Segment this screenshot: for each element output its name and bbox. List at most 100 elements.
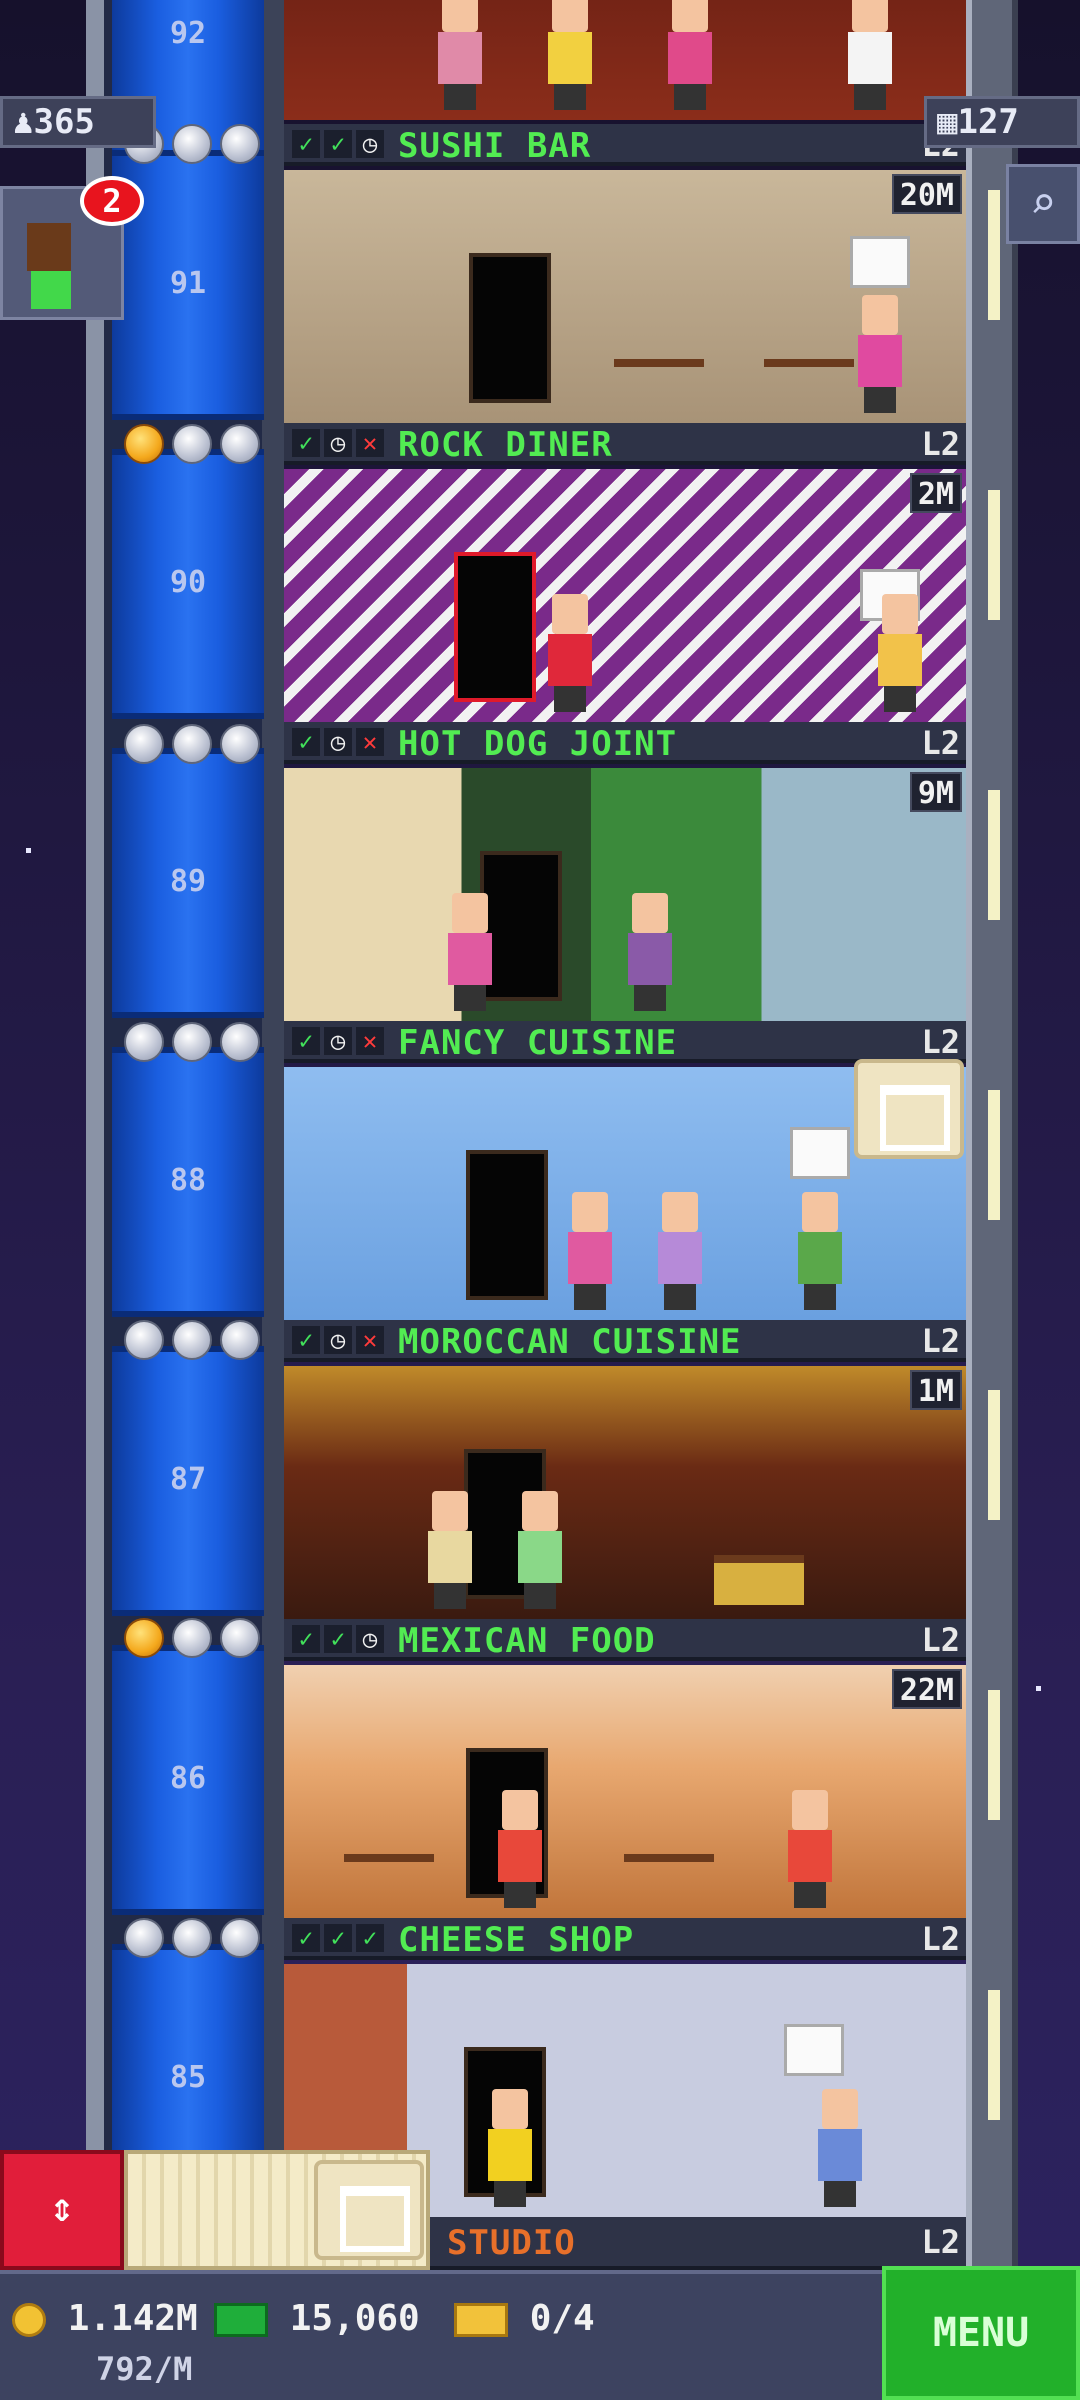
building-icon: ▦	[937, 102, 958, 142]
floor-number: 91	[169, 266, 207, 301]
room-door	[466, 1150, 548, 1300]
tower-resident[interactable]	[544, 0, 596, 110]
star-icon	[220, 124, 260, 164]
floor-number: 86	[169, 1761, 207, 1796]
star-icon	[220, 1618, 260, 1658]
elevator-rail	[86, 0, 104, 2270]
tower-resident[interactable]	[564, 1192, 616, 1310]
floor-header: ✓ ✓ ◷ MEXICAN FOOD L2	[284, 1619, 966, 1661]
elevator-floor-87[interactable]: 87	[112, 1346, 264, 1616]
check-icon: ✓	[292, 1625, 320, 1653]
up-down-arrows-icon[interactable]: ⇕	[0, 2150, 124, 2270]
floor-room	[284, 768, 966, 1021]
check-icon: ✓	[324, 1625, 352, 1653]
elevator-floor-86[interactable]: 86	[112, 1645, 264, 1915]
floor-stars	[124, 724, 260, 768]
crate-icon[interactable]	[854, 1059, 964, 1159]
x-icon: ✕	[356, 429, 384, 457]
floor-rock-diner[interactable]: ✓ ◷ ✕ ROCK DINER L2 2M	[284, 423, 966, 722]
floor-number: 85	[169, 2060, 207, 2095]
floor-status-icons: ✓ ◷ ✕	[292, 429, 384, 457]
furniture	[624, 1854, 714, 1904]
star-icon	[172, 724, 212, 764]
floor-92[interactable]	[284, 0, 966, 129]
floor-name: SUSHI BAR	[398, 126, 592, 166]
tower-resident[interactable]	[494, 1790, 546, 1908]
population-counter[interactable]: ♟365	[0, 96, 156, 148]
star-icon	[172, 124, 212, 164]
clock-icon: ◷	[324, 1326, 352, 1354]
cash-tag: 1M	[909, 1370, 962, 1410]
check-icon: ✓	[324, 1924, 352, 1952]
floor-stars	[124, 1022, 260, 1066]
tower-resident[interactable]	[444, 893, 496, 1011]
notification-badge: 2	[80, 176, 144, 226]
cheese-bubble-icon	[784, 2024, 844, 2076]
tower-resident[interactable]	[514, 1491, 566, 1609]
tickets-display[interactable]: 0/4	[454, 2298, 595, 2339]
tower-resident[interactable]	[484, 2089, 536, 2207]
tower-resident[interactable]	[854, 295, 906, 413]
star-icon	[220, 1918, 260, 1958]
crate-icon[interactable]	[314, 2160, 424, 2260]
floor-fancy-cuisine[interactable]: ✓ ◷ ✕ FANCY CUISINE L2	[284, 1021, 966, 1320]
check-icon: ✓	[292, 1924, 320, 1952]
floor-room	[284, 469, 966, 722]
tower-resident[interactable]	[844, 0, 896, 110]
floor-room	[284, 1665, 966, 1918]
coin-icon	[12, 2303, 46, 2337]
floor-mexican-food[interactable]: ✓ ✓ ◷ MEXICAN FOOD L2 22M	[284, 1619, 966, 1918]
floor-level: L2	[921, 1023, 960, 1061]
clock-icon: ◷	[324, 429, 352, 457]
tower-resident[interactable]	[434, 0, 486, 110]
star-icon	[172, 1320, 212, 1360]
floor-counter[interactable]: ▦127	[924, 96, 1080, 148]
tower-resident[interactable]	[654, 1192, 706, 1310]
floor-number: 90	[169, 565, 207, 600]
furniture	[344, 1854, 434, 1904]
gold-star-icon	[124, 1618, 164, 1658]
elevator-floor-89[interactable]: 89	[112, 748, 264, 1018]
floor-stars	[124, 424, 260, 468]
floor-room	[284, 170, 966, 423]
floor-number: 87	[169, 1462, 207, 1497]
floor-level: L2	[921, 1322, 960, 1360]
floor-number: 92	[169, 16, 207, 51]
tower-resident[interactable]	[814, 2089, 866, 2207]
tower-resident[interactable]	[664, 0, 716, 110]
star-dot	[26, 848, 31, 853]
tower-resident[interactable]	[794, 1192, 846, 1310]
floor-status-icons: ✓ ✓ ◷	[292, 1625, 384, 1653]
floor-stars	[124, 1618, 260, 1662]
star-dot	[1036, 1686, 1041, 1691]
elevator-floor-90[interactable]: 90	[112, 449, 264, 719]
tower-resident[interactable]	[624, 893, 676, 1011]
floor-status-icons: ✓ ✓ ◷	[292, 130, 384, 158]
wine-bubble-icon	[790, 1127, 850, 1179]
floor-stars	[124, 1320, 260, 1364]
ticket-icon	[454, 2303, 508, 2337]
floor-header: ✓ ✓ ✓ CHEESE SHOP L2	[284, 1918, 966, 1960]
furniture	[764, 359, 854, 409]
tower-resident[interactable]	[424, 1491, 476, 1609]
magnifier-icon[interactable]: ⌕	[1006, 164, 1080, 244]
build-queue-bar[interactable]	[124, 2150, 430, 2270]
tower-resident[interactable]	[874, 594, 926, 712]
cash-tag: 2M	[909, 473, 962, 513]
window-light	[988, 1390, 1000, 1520]
tower-resident[interactable]	[784, 1790, 836, 1908]
menu-button[interactable]: MENU	[882, 2266, 1080, 2400]
tower-resident[interactable]	[544, 594, 596, 712]
furniture	[614, 359, 704, 409]
floor-hot-dog-joint[interactable]: ✓ ◷ ✕ HOT DOG JOINT L2 9M	[284, 722, 966, 1021]
x-icon: ✕	[356, 728, 384, 756]
floor-moroccan-cuisine[interactable]: ✓ ◷ ✕ MOROCCAN CUISINE L2 1M	[284, 1320, 966, 1619]
furniture	[714, 1555, 804, 1605]
check-icon: ✓	[292, 728, 320, 756]
elevator-floor-88[interactable]: 88	[112, 1047, 264, 1317]
coins-display[interactable]: 1.142M	[12, 2298, 198, 2339]
check-icon: ✓	[356, 1924, 384, 1952]
floor-sushi-bar[interactable]: ✓ ✓ ◷ SUSHI BAR L2 20M	[284, 124, 966, 423]
bux-display[interactable]: 15,060	[214, 2298, 420, 2339]
star-icon	[172, 1918, 212, 1958]
